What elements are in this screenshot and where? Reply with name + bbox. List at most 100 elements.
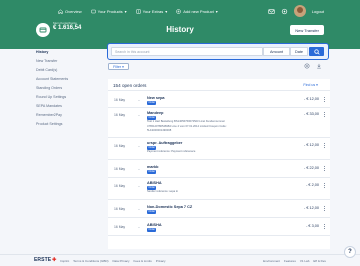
nav-your-products[interactable]: Your Products ▾ (90, 9, 127, 14)
search-button[interactable] (309, 47, 324, 56)
avatar[interactable] (293, 5, 306, 17)
search-bar: Search in this account Amount Date (107, 43, 329, 60)
nav-your-extras[interactable]: Your Extras ▾ (136, 9, 168, 14)
settings-icon[interactable] (281, 8, 288, 15)
row-detail-line: 5Unit000001490008 (147, 129, 172, 132)
erste-logo[interactable]: ERSTE✚ (34, 257, 56, 263)
row-date: 16 May (114, 207, 126, 211)
status-badge: Order (147, 228, 157, 232)
nav-add-new-product[interactable]: Add new Product ▾ (176, 9, 218, 14)
sidebar-item-debit-cards[interactable]: Debit Card(s) (34, 65, 100, 74)
products-icon (90, 9, 96, 14)
search-input[interactable]: Search in this account (111, 47, 263, 56)
footer-link[interactable]: Data Privacy (113, 259, 130, 263)
open-orders-panel: 154 open orders Find us ▾ 16 May – New s… (108, 79, 330, 249)
sidebar-item-new-transfer[interactable]: New Transfer (34, 56, 100, 65)
footer-link[interactable]: Environment (263, 259, 280, 263)
top-header: Mein Konto/Konto € 1.616,54 Overview You… (0, 0, 360, 49)
row-dash: – (138, 225, 140, 229)
find-us-link[interactable]: Find us ▾ (303, 83, 318, 87)
row-detail-line: Sender reference: sepa tn (147, 190, 179, 193)
footer-link[interactable]: Imprint (60, 259, 69, 263)
row-date: 16 May (114, 144, 126, 148)
nav-overview-label: Overview (65, 9, 82, 14)
extras-icon (136, 9, 141, 14)
row-dash: – (138, 98, 140, 102)
status-badge: Order (147, 101, 157, 105)
more-options-icon[interactable] (324, 112, 326, 118)
list-tools (304, 63, 322, 69)
plus-icon (176, 9, 181, 14)
more-options-icon[interactable] (324, 97, 326, 103)
more-options-icon[interactable] (324, 183, 326, 189)
target-icon[interactable] (304, 63, 310, 69)
more-options-icon[interactable] (324, 143, 326, 149)
list-item[interactable]: 16 May – ABISHA Order - € 3,00 (108, 218, 330, 236)
home-icon (58, 9, 63, 14)
nav-your-extras-label: Your Extras (142, 9, 164, 14)
more-options-icon[interactable] (324, 224, 326, 230)
footer-right-links: Environment Features V1 Lab Eff & Dev (263, 259, 326, 263)
nav-overview[interactable]: Overview (58, 9, 82, 14)
footer-link[interactable]: Eff & Dev (313, 259, 326, 263)
row-date: 16 May (114, 167, 126, 171)
row-title: Non-Domestic Sepa 7 CZ (147, 205, 193, 209)
row-amount: - € 12,00 (304, 97, 319, 101)
footer-link[interactable]: V1 Lab (300, 259, 310, 263)
row-title: urspr. Auftraggeber (147, 141, 183, 145)
filter-label: Filter (113, 64, 122, 69)
list-item[interactable]: 16 May – markb Order - € 22,00 (108, 160, 330, 178)
help-button[interactable]: ? (344, 246, 356, 258)
sidebar: History New Transfer Debit Card(s) Accou… (34, 46, 100, 128)
find-us-label: Find us (303, 83, 316, 87)
erste-logo-text: ERSTE (34, 257, 52, 263)
sidebar-item-account-statements[interactable]: Account Statements (34, 74, 100, 83)
sidebar-item-history[interactable]: History (34, 47, 100, 56)
sidebar-item-remember2pay[interactable]: Remember2Pay (34, 110, 100, 119)
logout-link[interactable]: Logout (312, 9, 324, 14)
row-dash: – (138, 167, 140, 171)
chevron-down-icon: ▾ (122, 64, 124, 69)
new-transfer-button[interactable]: New Transfer (290, 25, 324, 35)
row-detail-line: Payment reference: Payment referenece (147, 150, 196, 153)
row-title: ABISHA (147, 181, 162, 185)
footer-link[interactable]: Features (284, 259, 296, 263)
sidebar-item-standing-orders[interactable]: Standing Orders (34, 83, 100, 92)
row-amount: - € 3,00 (306, 224, 319, 228)
row-title: markb (147, 165, 159, 169)
amount-filter-button[interactable]: Amount (263, 47, 290, 56)
chevron-down-icon: ▾ (124, 9, 127, 14)
footer-link[interactable]: Privacy (156, 259, 166, 263)
list-item[interactable]: 16 May – Mandeep Order - € 33,00 Test 1 … (108, 108, 330, 138)
row-title: Mandeep (147, 111, 164, 115)
mail-icon[interactable] (268, 8, 275, 15)
nav-add-new-product-label: Add new Product (183, 9, 214, 14)
chevron-down-icon: ▾ (215, 9, 218, 14)
main-nav: Overview Your Products ▾ Your Extras ▾ A… (58, 9, 218, 14)
open-orders-count: 154 open orders (113, 83, 147, 88)
filter-button[interactable]: Filter ▾ (108, 63, 129, 70)
row-amount: - € 22,00 (304, 166, 319, 170)
sidebar-item-sepa-mandates[interactable]: SEPA Mandates (34, 101, 100, 110)
row-dash: – (138, 144, 140, 148)
list-item[interactable]: 16 May – Non-Domestic Sepa 7 CZ Order - … (108, 200, 330, 218)
list-item[interactable]: 16 May – ABISHA Order - € 2,00 Sender re… (108, 178, 330, 200)
date-filter-button[interactable]: Date (290, 47, 308, 56)
list-item[interactable]: 16 May – New sepa Order - € 12,00 (108, 91, 330, 108)
row-amount: - € 12,00 (304, 143, 319, 147)
sidebar-item-round-up-settings[interactable]: Round Up Settings (34, 92, 100, 101)
chevron-down-icon: ▾ (165, 9, 168, 14)
download-icon[interactable] (316, 63, 322, 69)
more-options-icon[interactable] (324, 206, 326, 212)
status-badge: Order (147, 170, 157, 174)
footer-link[interactable]: Terms & Conditions (GBD) (73, 259, 108, 263)
row-dash: – (138, 113, 140, 117)
more-options-icon[interactable] (324, 166, 326, 172)
footer-link[interactable]: Fees & Limits (134, 259, 152, 263)
list-item[interactable]: 16 May – urspr. Auftraggeber Order - € 1… (108, 138, 330, 160)
row-dash: – (138, 184, 140, 188)
sidebar-item-product-settings[interactable]: Product Settings (34, 119, 100, 128)
row-dash: – (138, 207, 140, 211)
row-date: 16 May (114, 113, 126, 117)
row-title: New sepa (147, 96, 165, 100)
